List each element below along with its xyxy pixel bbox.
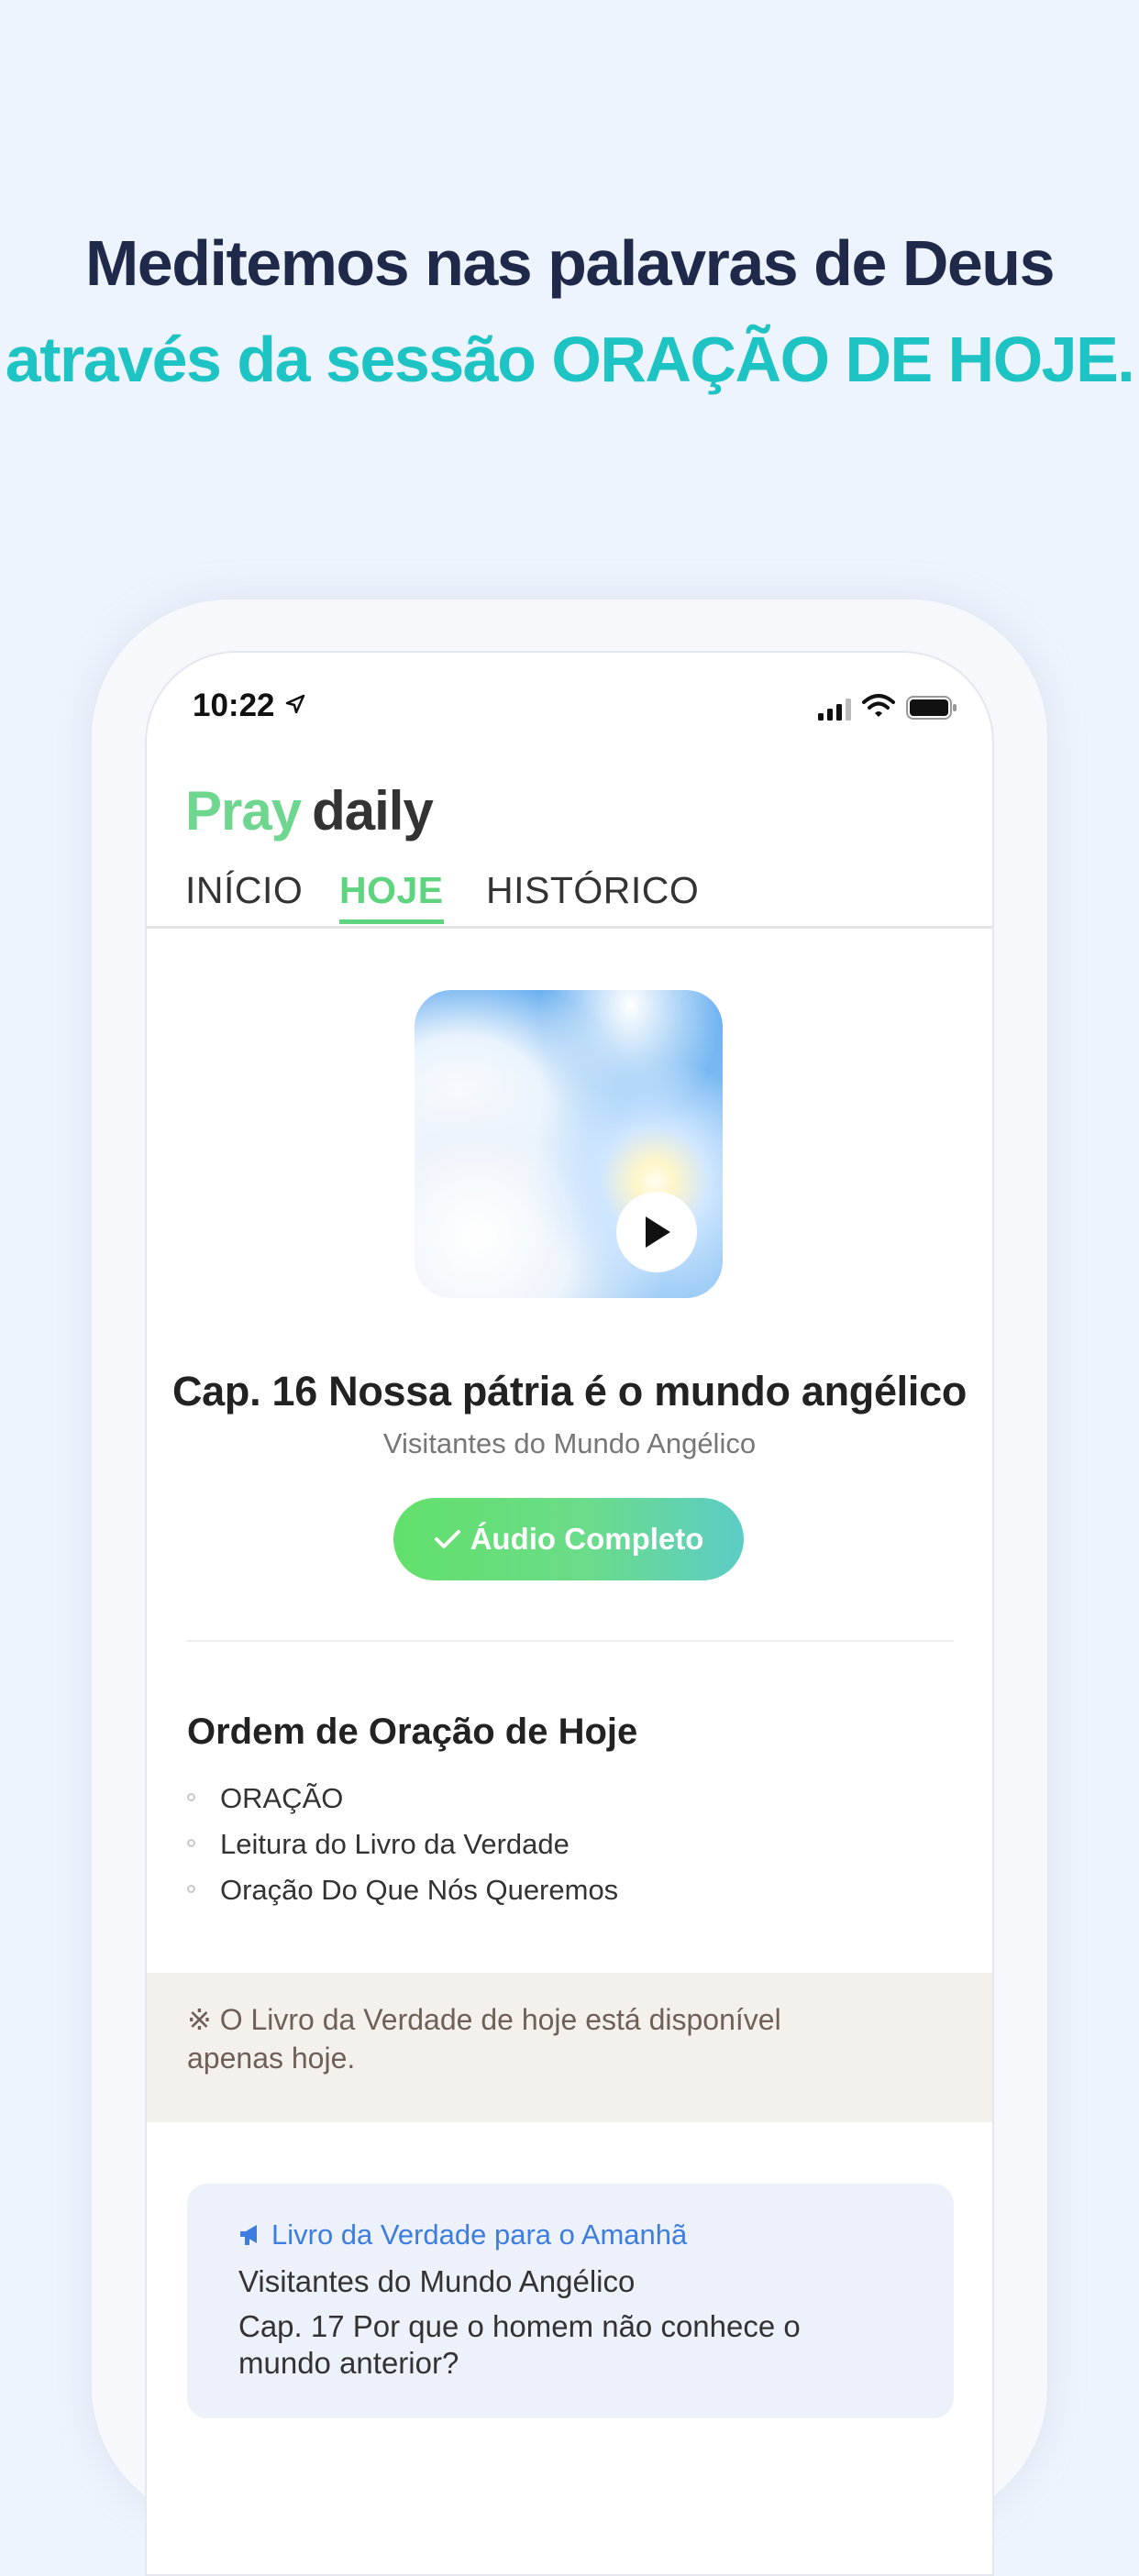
logo-daily: daily xyxy=(312,780,434,842)
play-button[interactable] xyxy=(616,1192,697,1272)
location-arrow-icon xyxy=(284,693,306,720)
list-item: ORAÇÃO xyxy=(187,1776,618,1822)
tab-bar: INÍCIO HOJE HISTÓRICO xyxy=(147,853,992,929)
list-item: Oração Do Que Nós Queremos xyxy=(187,1867,618,1913)
promo-headline: Meditemos nas palavras de Deus através d… xyxy=(0,215,1139,408)
tab-inicio[interactable]: INÍCIO xyxy=(185,869,303,912)
tab-historico[interactable]: HISTÓRICO xyxy=(486,869,699,912)
list-item-label: Oração Do Que Nós Queremos xyxy=(220,1874,619,1906)
tomorrow-book: Visitantes do Mundo Angélico xyxy=(238,2264,636,2298)
list-item-label: ORAÇÃO xyxy=(220,1782,344,1814)
signal-icon xyxy=(818,699,853,725)
check-icon xyxy=(434,1530,460,1548)
section-divider xyxy=(187,1640,954,1642)
status-bar: 10:22 xyxy=(147,653,992,754)
headline-line-1: Meditemos nas palavras de Deus xyxy=(85,227,1056,299)
tomorrow-heading: Livro da Verdade para o Amanhã xyxy=(271,2218,688,2251)
bullet-icon xyxy=(187,1793,195,1801)
active-tab-indicator xyxy=(339,919,444,924)
bullet-icon xyxy=(187,1885,195,1893)
tomorrow-heading-row: Livro da Verdade para o Amanhã xyxy=(238,2218,687,2251)
bullet-icon xyxy=(187,1839,195,1847)
prayer-order-list: ORAÇÃO Leitura do Livro da Verdade Oraçã… xyxy=(187,1776,618,1913)
tomorrow-chapter: Cap. 17 Por que o homem não conhece o mu… xyxy=(238,2309,801,2380)
app-logo: Pray daily xyxy=(185,779,434,842)
logo-pray: Pray xyxy=(185,780,302,842)
notice-banner: ※ O Livro da Verdade de hoje está dispon… xyxy=(147,1973,992,2122)
phone-screen: 10:22 Pray daily INÍCIO HOJE HISTÓRICO C… xyxy=(145,651,994,2576)
status-time: 10:22 xyxy=(193,688,275,723)
tomorrow-card[interactable]: Livro da Verdade para o Amanhã Visitante… xyxy=(187,2184,954,2418)
audio-complete-label: Áudio Completo xyxy=(470,1522,704,1556)
play-icon xyxy=(646,1216,670,1248)
notice-text: ※ O Livro da Verdade de hoje está dispon… xyxy=(187,2003,781,2075)
list-item-label: Leitura do Livro da Verdade xyxy=(220,1828,570,1860)
cover-image[interactable] xyxy=(415,990,723,1298)
megaphone-icon xyxy=(240,2225,257,2245)
phone-frame: 10:22 Pray daily INÍCIO HOJE HISTÓRICO C… xyxy=(92,600,1047,2576)
book-title: Visitantes do Mundo Angélico xyxy=(382,1427,757,1459)
wifi-icon xyxy=(862,693,895,723)
list-item: Leitura do Livro da Verdade xyxy=(187,1822,618,1867)
headline-line-2: através da sessão ORAÇÃO DE HOJE. xyxy=(5,324,1135,395)
audio-complete-button[interactable]: Áudio Completo xyxy=(393,1498,744,1580)
battery-icon xyxy=(906,695,957,725)
tab-hoje[interactable]: HOJE xyxy=(339,869,444,912)
chapter-title: Cap. 16 Nossa pátria é o mundo angélico xyxy=(171,1368,968,1415)
prayer-order-title: Ordem de Oração de Hoje xyxy=(187,1712,638,1752)
